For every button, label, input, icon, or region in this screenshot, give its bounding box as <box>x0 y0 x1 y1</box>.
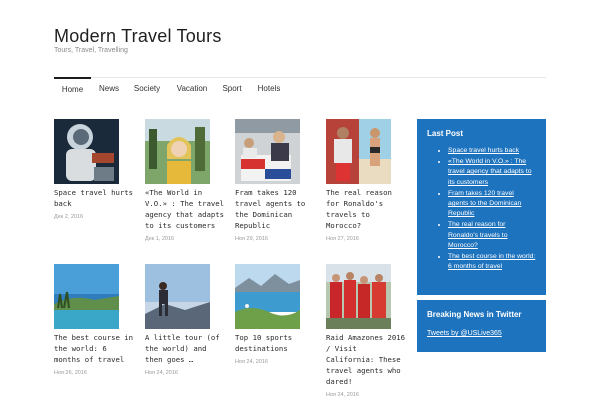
post-title[interactable]: Top 10 sports destinations <box>235 332 317 354</box>
post-thumbnail[interactable] <box>235 264 300 329</box>
post-title[interactable]: The best course in the world: 6 months o… <box>54 332 136 365</box>
twitter-widget-title: Breaking News in Twitter <box>427 310 522 319</box>
last-post-link[interactable]: Space travel hurts back <box>448 147 519 154</box>
last-post-widget: Last Post Space travel hurts back «The W… <box>417 119 546 295</box>
post-date: Дек 1, 2016 <box>145 236 175 242</box>
site-title[interactable]: Modern Travel Tours <box>54 26 222 47</box>
list-item: «The World in V.O.» : The travel agency … <box>448 157 536 188</box>
post-title[interactable]: Space travel hurts back <box>54 187 136 209</box>
last-post-link[interactable]: Fram takes 120 travel agents to the Domi… <box>448 190 521 217</box>
post-title[interactable]: The real reason for Ronaldo's travels to… <box>326 187 408 231</box>
nav-item-sport[interactable]: Sport <box>219 78 245 100</box>
nav-item-hotels[interactable]: Hotels <box>254 78 284 100</box>
post-date: Ноя 26, 2016 <box>54 370 87 376</box>
post-date: Дек 2, 2016 <box>54 214 84 220</box>
post-date: Ноя 24, 2016 <box>326 392 359 398</box>
post-date: Ноя 27, 2016 <box>326 236 359 242</box>
post-thumbnail[interactable] <box>235 119 300 184</box>
nav-item-vacation[interactable]: Vacation <box>173 78 211 100</box>
nav-item-society[interactable]: Society <box>131 78 163 100</box>
list-item: The real reason for Ronaldo's travels to… <box>448 220 536 251</box>
post-date: Ноя 24, 2016 <box>235 359 268 365</box>
post-thumbnail[interactable] <box>145 119 210 184</box>
post-date: Ноя 24, 2016 <box>145 370 178 376</box>
post-card: A little tour (of the world) and then go… <box>145 264 227 376</box>
post-title[interactable]: A little tour (of the world) and then go… <box>145 332 227 365</box>
list-item: The best course in the world: 6 months o… <box>448 252 536 272</box>
post-thumbnail[interactable] <box>326 119 391 184</box>
post-date: Ноя 29, 2016 <box>235 236 268 242</box>
site-tagline: Tours, Travel, Travelling <box>54 47 128 54</box>
list-item: Fram takes 120 travel agents to the Domi… <box>448 189 536 220</box>
last-post-link[interactable]: The best course in the world: 6 months o… <box>448 253 535 270</box>
nav-item-home[interactable]: Home <box>54 77 91 99</box>
last-post-link[interactable]: The real reason for Ronaldo's travels to… <box>448 221 507 248</box>
post-thumbnail[interactable] <box>326 264 391 329</box>
twitter-feed-link[interactable]: Tweets by @USLive365 <box>427 330 502 337</box>
post-card: The best course in the world: 6 months o… <box>54 264 136 376</box>
post-card: The real reason for Ronaldo's travels to… <box>326 119 408 242</box>
post-card: Space travel hurts back Дек 2, 2016 <box>54 119 136 220</box>
post-card: «The World in V.O.» : The travel agency … <box>145 119 227 242</box>
post-card: Top 10 sports destinations Ноя 24, 2016 <box>235 264 317 365</box>
post-title[interactable]: «The World in V.O.» : The travel agency … <box>145 187 227 231</box>
post-title[interactable]: Fram takes 120 travel agents to the Domi… <box>235 187 317 231</box>
post-thumbnail[interactable] <box>145 264 210 329</box>
post-card: Fram takes 120 travel agents to the Domi… <box>235 119 317 242</box>
post-title[interactable]: Raid Amazones 2016 / Visit California: T… <box>326 332 408 387</box>
last-post-widget-title: Last Post <box>427 129 464 138</box>
post-card: Raid Amazones 2016 / Visit California: T… <box>326 264 408 398</box>
post-thumbnail[interactable] <box>54 264 119 329</box>
last-post-list: Space travel hurts back «The World in V.… <box>448 146 536 272</box>
list-item: Space travel hurts back <box>448 146 536 156</box>
post-thumbnail[interactable] <box>54 119 119 184</box>
nav-item-news[interactable]: News <box>94 78 124 100</box>
main-navigation: Home News Society Vacation Sport Hotels <box>54 77 546 99</box>
last-post-link[interactable]: «The World in V.O.» : The travel agency … <box>448 158 532 185</box>
twitter-widget: Breaking News in Twitter Tweets by @USLi… <box>417 300 546 352</box>
